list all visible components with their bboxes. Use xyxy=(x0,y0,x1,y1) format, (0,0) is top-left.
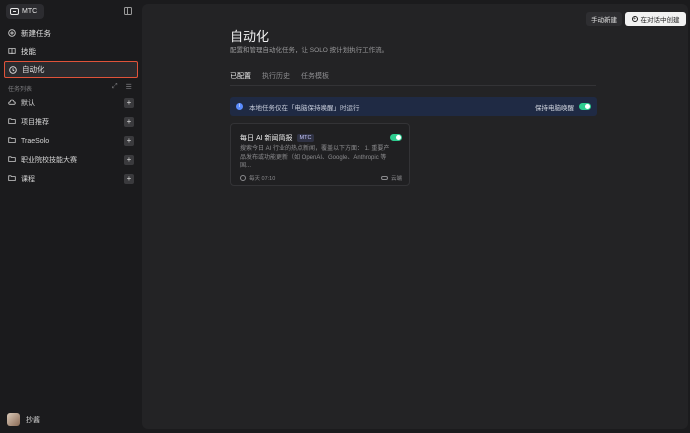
task-list-heading: 任务列表 xyxy=(8,87,33,93)
add-task-button[interactable]: + xyxy=(124,155,134,165)
sidebar-item-label: 技能 xyxy=(21,46,36,56)
card-schedule: 每天 07:10 xyxy=(249,176,276,182)
tab-configured[interactable]: 已配置 xyxy=(230,71,251,86)
card-location: 云端 xyxy=(390,176,402,182)
add-task-button[interactable]: + xyxy=(124,98,134,108)
card-tag: MTC xyxy=(296,134,315,142)
avatar xyxy=(7,413,20,426)
folder-icon xyxy=(8,136,16,146)
folder-label: 默认 xyxy=(21,100,35,107)
plus-circle-icon: + xyxy=(631,16,638,22)
page-title: 自动化 xyxy=(230,29,270,44)
folder-label: 项目推荐 xyxy=(21,119,49,126)
manual-create-button[interactable]: 手动新建 xyxy=(586,12,622,26)
add-task-button[interactable]: + xyxy=(124,136,134,146)
info-icon: i xyxy=(236,103,243,110)
brand-logo-icon xyxy=(10,8,19,15)
page-subtitle: 配置和管理自动化任务，让 SOLO 按计划执行工作流。 xyxy=(230,47,389,54)
cloud-icon xyxy=(8,98,16,108)
task-enable-toggle[interactable] xyxy=(390,134,402,141)
add-task-button[interactable]: + xyxy=(124,174,134,184)
keep-awake-toggle[interactable] xyxy=(579,103,591,110)
user-profile[interactable]: 抄酱 xyxy=(7,413,40,426)
sidebar-collapse-icon[interactable] xyxy=(124,7,132,15)
keep-awake-label: 保持电脑唤醒 xyxy=(535,104,574,112)
notice-text: 本地任务仅在「电脑保持唤醒」时运行 xyxy=(249,104,360,112)
add-task-button[interactable]: + xyxy=(124,117,134,127)
user-name: 抄酱 xyxy=(26,416,40,424)
workspace-switcher[interactable]: MTC xyxy=(6,4,44,19)
sidebar-item-label: 新建任务 xyxy=(21,28,51,38)
folder-item-default[interactable]: 默认 + xyxy=(4,95,138,111)
folder-label: 职业院校技能大赛 xyxy=(21,157,77,164)
sidebar-item-label: 自动化 xyxy=(22,65,45,74)
filter-icon[interactable]: ☰ xyxy=(126,83,132,91)
plus-circle-icon xyxy=(8,29,16,37)
folder-item-project-recommend[interactable]: 项目推荐 + xyxy=(4,114,138,130)
book-icon xyxy=(8,47,16,55)
card-title-row: 每日 AI 新闻简报 MTC xyxy=(240,133,315,143)
create-in-chat-button[interactable]: + 在对话中创建 xyxy=(625,12,686,26)
sidebar-item-skills[interactable]: 技能 xyxy=(4,43,138,59)
automation-card[interactable]: 每日 AI 新闻简报 MTC 搜索今日 AI 行业的热点新闻，覆盖以下方面： 1… xyxy=(230,123,410,186)
sidebar-item-automation[interactable]: 自动化 xyxy=(4,61,138,78)
clock-icon xyxy=(240,175,246,181)
tab-history[interactable]: 执行历史 xyxy=(262,71,290,86)
folder-label: 课程 xyxy=(21,176,35,183)
sidebar: MTC 新建任务 技能 自动化 任务列表 ⤢ ☰ 默认 + 项目推荐 + Tra… xyxy=(0,0,141,433)
task-list-tools: ⤢ ☰ xyxy=(112,83,132,91)
tab-templates[interactable]: 任务模板 xyxy=(301,71,329,86)
brand-label: MTC xyxy=(22,8,38,15)
sidebar-item-new-task[interactable]: 新建任务 xyxy=(4,25,138,41)
folder-icon xyxy=(8,155,16,165)
folder-icon xyxy=(8,174,16,184)
folder-item-vocational-contest[interactable]: 职业院校技能大赛 + xyxy=(4,152,138,168)
clock-icon xyxy=(9,65,17,74)
tab-bar: 已配置 执行历史 任务模板 xyxy=(230,71,329,86)
folder-label: TraeSolo xyxy=(21,137,50,145)
main-panel: 手动新建 + 在对话中创建 自动化 配置和管理自动化任务，让 SOLO 按计划执… xyxy=(142,4,688,429)
create-in-chat-label: 在对话中创建 xyxy=(640,17,680,24)
folder-icon xyxy=(8,117,16,127)
card-footer: 每天 07:10 云端 xyxy=(240,174,402,182)
card-title: 每日 AI 新闻简报 xyxy=(240,135,293,142)
awake-notice: i 本地任务仅在「电脑保持唤醒」时运行 保持电脑唤醒 xyxy=(230,97,597,116)
expand-icon[interactable]: ⤢ xyxy=(112,83,118,91)
keep-awake-control: 保持电脑唤醒 xyxy=(535,102,591,112)
folder-item-traesolo[interactable]: TraeSolo + xyxy=(4,133,138,149)
tab-divider xyxy=(230,85,596,86)
folder-item-courses[interactable]: 课程 + xyxy=(4,171,138,187)
card-description: 搜索今日 AI 行业的热点新闻，覆盖以下方面： 1. 重要产品发布或功能更新（如… xyxy=(240,146,390,169)
cloud-icon xyxy=(380,176,388,180)
